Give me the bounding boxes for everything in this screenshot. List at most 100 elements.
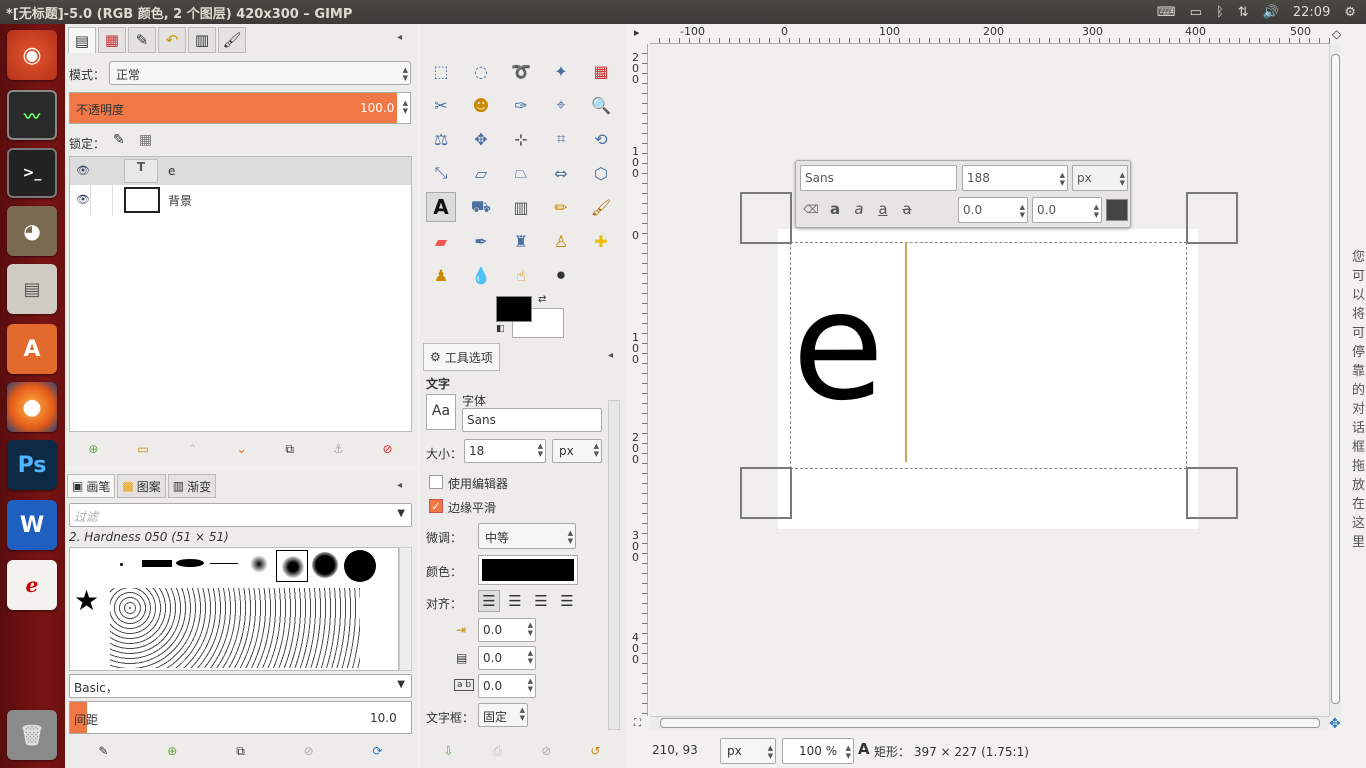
smudge-icon[interactable]: ☝ (506, 260, 536, 290)
lock-pixels-icon[interactable]: ✎ (113, 132, 125, 148)
free-select-icon[interactable]: ➰ (506, 56, 536, 86)
eye-icon[interactable]: 👁 (76, 164, 90, 177)
brush-grid[interactable]: ★ (69, 547, 399, 671)
keyboard-icon[interactable]: ⌨ (1157, 5, 1176, 20)
dock-menu-icon[interactable]: ◂ (397, 480, 402, 491)
document-viewer-icon[interactable]: ℯ (7, 560, 57, 610)
firefox-icon[interactable]: ● (7, 382, 57, 432)
dodge-burn-icon[interactable]: ⚫ (546, 260, 576, 290)
raise-layer-icon[interactable]: ⌃ (188, 442, 198, 456)
overlay-color-swatch[interactable] (1106, 199, 1128, 221)
anchor-layer-icon[interactable]: ⚓ (333, 442, 344, 456)
zoom-follow-icon[interactable]: ⛶ (634, 718, 641, 729)
layers-tab-icon[interactable]: ▤ (68, 27, 96, 53)
crop-icon[interactable]: ⌗ (546, 124, 576, 154)
tab-tool-options[interactable]: ⚙ 工具选项 (423, 343, 500, 371)
resize-handle-bottom-left[interactable] (740, 467, 792, 519)
rotate-icon[interactable]: ⟲ (586, 124, 616, 154)
vertical-scroll-thumb[interactable] (1331, 54, 1340, 704)
eraser-icon[interactable]: ▰ (426, 226, 456, 256)
tab-brushes[interactable]: ▣ 画笔 (67, 474, 116, 498)
color-select-icon[interactable]: ▦ (586, 56, 616, 86)
mode-select[interactable]: 正常 ▲ ▼ (109, 61, 411, 85)
pencil-icon[interactable]: ✏ (546, 192, 576, 222)
shear-icon[interactable]: ▱ (466, 158, 496, 188)
bold-icon[interactable]: a (824, 197, 846, 221)
lower-layer-icon[interactable]: ⌄ (236, 442, 246, 456)
resize-handle-bottom-right[interactable] (1186, 467, 1238, 519)
new-layer-icon[interactable]: ⊕ (88, 442, 98, 456)
network-icon[interactable]: ⇅ (1238, 5, 1249, 20)
justify-right-icon[interactable]: ☰ (504, 590, 526, 612)
system-monitor-icon[interactable]: 〰 (7, 90, 57, 140)
spacing-slider[interactable]: 间距 10.0 (69, 701, 412, 734)
airbrush-icon[interactable]: ✒ (466, 226, 496, 256)
text-box-select[interactable]: 固定 ▲ ▼ (478, 703, 528, 727)
gimp-icon[interactable]: ◕ (7, 206, 57, 256)
font-input[interactable]: Sans (462, 408, 602, 432)
canvas-text[interactable]: e (792, 272, 884, 422)
clock[interactable]: 22:09 (1293, 5, 1330, 20)
save-options-icon[interactable]: ⇩ (444, 744, 454, 758)
navigate-icon[interactable]: ✥ (1329, 716, 1341, 732)
text-color-button[interactable] (478, 555, 578, 585)
perspective-icon[interactable]: ⏢ (506, 158, 536, 188)
lock-alpha-icon[interactable]: ▦ (139, 132, 152, 148)
letter-spacing-input[interactable]: 0.0 ▲ ▼ (478, 674, 536, 698)
photoshop-icon[interactable]: Ps (7, 440, 57, 490)
brush-scrollbar[interactable] (399, 547, 412, 671)
delete-layer-icon[interactable]: ⊘ (382, 442, 392, 456)
heal-icon[interactable]: ✚ (586, 226, 616, 256)
scale-icon[interactable]: ⤡ (426, 158, 456, 188)
gear-icon[interactable]: ⚙ (1344, 5, 1356, 20)
kerning-input[interactable]: 0.0 ▲ ▼ (1032, 197, 1102, 223)
underline-icon[interactable]: a (872, 197, 894, 221)
blend-icon[interactable]: ▥ (506, 192, 536, 222)
eye-icon[interactable]: 👁 (76, 193, 90, 206)
ubuntu-button[interactable]: ◉ (7, 30, 57, 80)
italic-icon[interactable]: a (848, 197, 870, 221)
resize-handle-top-right[interactable] (1186, 192, 1238, 244)
battery-icon[interactable]: ▭ (1190, 5, 1202, 20)
layer-row[interactable]: 👁 T e (70, 157, 411, 185)
brush-filter-input[interactable]: 过滤 ▼ (69, 503, 412, 527)
canvas-viewport[interactable]: e Sans 188 ▲ ▼ px ▲ ▼ ⌫ a a a a 0.0 ▲ ▼ 0.0 ▲ ▼ (650, 44, 1328, 716)
paths-icon[interactable]: ✑ (506, 90, 536, 120)
edit-brush-icon[interactable]: ✎ (98, 744, 108, 758)
rect-select-icon[interactable]: ⬚ (426, 56, 456, 86)
gradient-tab-icon[interactable]: ▥ (188, 27, 216, 53)
duplicate-layer-icon[interactable]: ⧉ (285, 442, 294, 457)
move-icon[interactable]: ✥ (466, 124, 496, 154)
restore-options-icon[interactable]: ⎙ (493, 744, 503, 759)
resize-handle-top-left[interactable] (740, 192, 792, 244)
new-layer-group-icon[interactable]: ▭ (137, 442, 148, 456)
fuzzy-select-icon[interactable]: ✦ (546, 56, 576, 86)
justify-center-icon[interactable]: ☰ (530, 590, 552, 612)
antialias-checkbox[interactable]: ✓ (429, 499, 443, 513)
tab-gradients[interactable]: ▥ 渐变 (167, 474, 217, 498)
files-icon[interactable]: ▤ (7, 264, 57, 314)
layer-row[interactable]: 👁 背景 (70, 185, 411, 215)
paths-tab-icon[interactable]: ✎ (128, 27, 156, 53)
justify-left-icon[interactable]: ☰ (478, 590, 500, 612)
ellipse-select-icon[interactable]: ◌ (466, 56, 496, 86)
quick-mask-menu-icon[interactable]: ▸ (634, 26, 640, 39)
default-colors-icon[interactable]: ◧ (496, 324, 505, 334)
align-icon[interactable]: ⊹ (506, 124, 536, 154)
vertical-ruler[interactable]: 200 100 0 100 200 300 400 (630, 44, 648, 716)
horizontal-ruler[interactable]: -100 0 100 200 300 400 500 (650, 24, 1330, 44)
overlay-unit-select[interactable]: px ▲ ▼ (1072, 165, 1128, 191)
dock-menu-icon[interactable]: ◂ (608, 350, 613, 361)
scissors-icon[interactable]: ✂ (426, 90, 456, 120)
opacity-slider[interactable]: 不透明度 100.0 ▲ ▼ (69, 92, 411, 124)
delete-brush-icon[interactable]: ⊘ (304, 744, 314, 758)
swap-colors-icon[interactable]: ⇄ (538, 294, 546, 305)
text-tool-icon[interactable]: A (426, 192, 456, 222)
overlay-size-input[interactable]: 188 ▲ ▼ (962, 165, 1068, 191)
reset-options-icon[interactable]: ↺ (590, 744, 600, 758)
indent-input[interactable]: 0.0 ▲ ▼ (478, 618, 536, 642)
zoom-icon[interactable]: 🔍 (586, 90, 616, 120)
tab-patterns[interactable]: ▩ 图案 (117, 474, 166, 498)
word-icon[interactable]: W (7, 500, 57, 550)
duplicate-brush-icon[interactable]: ⧉ (236, 744, 245, 759)
